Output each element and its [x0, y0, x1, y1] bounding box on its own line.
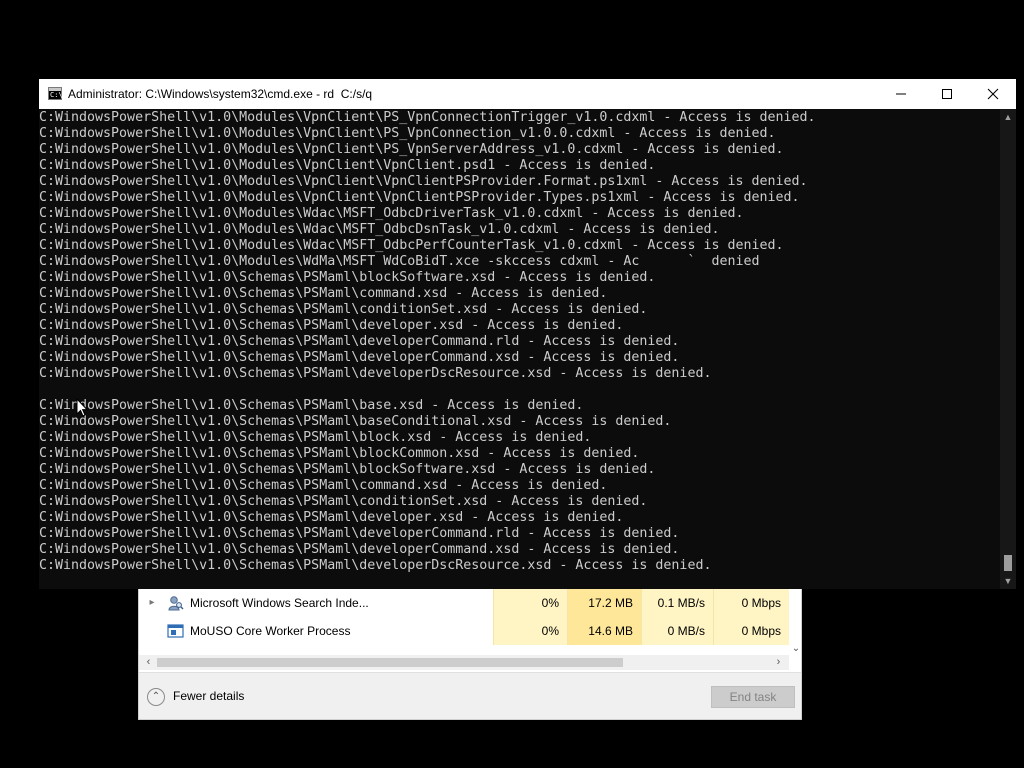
- task-manager-window: ▸ Microsoft Windows Search Inde... 0% 17…: [138, 588, 802, 720]
- console-output: C:WindowsPowerShell\v1.0\Modules\VpnClie…: [39, 110, 816, 574]
- console-line: C:WindowsPowerShell\v1.0\Schemas\PSMaml\…: [39, 366, 712, 381]
- process-name: MoUSO Core Worker Process: [190, 624, 351, 638]
- desktop-screen: ▸ Microsoft Windows Search Inde... 0% 17…: [0, 0, 1024, 768]
- window-title: Administrator: C:\Windows\system32\cmd.e…: [68, 87, 373, 101]
- disk-value: 0.1 MB/s: [641, 589, 713, 617]
- process-row[interactable]: MoUSO Core Worker Process 0% 14.6 MB 0 M…: [139, 617, 789, 645]
- scroll-right-arrow-icon[interactable]: ›: [771, 655, 786, 670]
- cmd-titlebar[interactable]: C:\ Administrator: C:\Windows\system32\c…: [39, 79, 1016, 109]
- console-line: C:WindowsPowerShell\v1.0\Schemas\PSMaml\…: [39, 318, 624, 333]
- console-line: C:WindowsPowerShell\v1.0\Schemas\PSMaml\…: [39, 526, 680, 541]
- console-line: C:WindowsPowerShell\v1.0\Schemas\PSMaml\…: [39, 398, 584, 413]
- console-line: C:WindowsPowerShell\v1.0\Schemas\PSMaml\…: [39, 558, 712, 573]
- console-line: C:WindowsPowerShell\v1.0\Schemas\PSMaml\…: [39, 462, 656, 477]
- console-line: C:WindowsPowerShell\v1.0\Schemas\PSMaml\…: [39, 510, 624, 525]
- cmd-icon[interactable]: C:\: [48, 87, 63, 100]
- console-line: C:WindowsPowerShell\v1.0\Modules\Wdac\MS…: [39, 222, 720, 237]
- console-line: C:WindowsPowerShell\v1.0\Schemas\PSMaml\…: [39, 478, 608, 493]
- console-line: C:WindowsPowerShell\v1.0\Schemas\PSMaml\…: [39, 542, 680, 557]
- process-name: Microsoft Windows Search Inde...: [190, 596, 369, 610]
- cmd-window: C:\ Administrator: C:\Windows\system32\c…: [39, 79, 1016, 589]
- scroll-down-arrow-icon[interactable]: ▼: [1000, 573, 1016, 589]
- memory-value: 17.2 MB: [567, 589, 641, 617]
- console-line: C:WindowsPowerShell\v1.0\Modules\VpnClie…: [39, 158, 656, 173]
- console-line: C:WindowsPowerShell\v1.0\Schemas\PSMaml\…: [39, 334, 680, 349]
- console-line: C:WindowsPowerShell\v1.0\Schemas\PSMaml\…: [39, 302, 648, 317]
- scroll-thumb[interactable]: [1004, 555, 1012, 571]
- console-line: C:WindowsPowerShell\v1.0\Modules\VpnClie…: [39, 126, 776, 141]
- end-task-button[interactable]: End task: [711, 686, 795, 708]
- maximize-button[interactable]: [924, 79, 970, 109]
- minimize-button[interactable]: [878, 79, 924, 109]
- console-line: C:WindowsPowerShell\v1.0\Modules\Wdac\MS…: [39, 238, 784, 253]
- network-value: 0 Mbps: [713, 589, 789, 617]
- close-button[interactable]: [970, 79, 1016, 109]
- console-line: C:WindowsPowerShell\v1.0\Modules\VpnClie…: [39, 190, 800, 205]
- maximize-icon: [942, 89, 952, 99]
- console-line: C:WindowsPowerShell\v1.0\Schemas\PSMaml\…: [39, 494, 648, 509]
- expand-chevron-icon[interactable]: ▸: [147, 596, 157, 610]
- console-line: C:WindowsPowerShell\v1.0\Modules\VpnClie…: [39, 142, 784, 157]
- search-indexer-icon: [167, 595, 184, 611]
- scroll-left-arrow-icon[interactable]: ‹: [141, 655, 156, 670]
- console-line: C:WindowsPowerShell\v1.0\Modules\WdMa\MS…: [39, 254, 760, 269]
- console-line: C:WindowsPowerShell\v1.0\Schemas\PSMaml\…: [39, 446, 640, 461]
- process-list-horizontal-scrollbar[interactable]: ‹ ›: [139, 655, 789, 670]
- console-line: C:WindowsPowerShell\v1.0\Schemas\PSMaml\…: [39, 270, 656, 285]
- console-line: C:WindowsPowerShell\v1.0\Schemas\PSMaml\…: [39, 286, 608, 301]
- task-manager-footer: ⌃ Fewer details End task: [139, 672, 801, 719]
- chevron-up-icon: ⌃: [147, 688, 165, 706]
- console-line: C:WindowsPowerShell\v1.0\Modules\Wdac\MS…: [39, 206, 744, 221]
- minimize-icon: [896, 93, 906, 95]
- console-line: C:WindowsPowerShell\v1.0\Schemas\PSMaml\…: [39, 430, 592, 445]
- console-line: C:WindowsPowerShell\v1.0\Modules\VpnClie…: [39, 110, 816, 125]
- horizontal-scroll-thumb[interactable]: [157, 658, 623, 667]
- scroll-up-arrow-icon[interactable]: ▲: [1000, 109, 1016, 125]
- console-line: C:WindowsPowerShell\v1.0\Modules\VpnClie…: [39, 174, 808, 189]
- memory-value: 14.6 MB: [567, 617, 641, 645]
- network-value: 0 Mbps: [713, 617, 789, 645]
- process-window-icon: [167, 623, 184, 639]
- cpu-value: 0%: [493, 589, 567, 617]
- process-list-vertical-scrollbar[interactable]: ⌄: [789, 589, 801, 657]
- cpu-value: 0%: [493, 617, 567, 645]
- close-icon: [987, 88, 999, 100]
- console-line: C:WindowsPowerShell\v1.0\Schemas\PSMaml\…: [39, 350, 680, 365]
- fewer-details-label: Fewer details: [173, 689, 245, 703]
- scroll-down-arrow-icon[interactable]: ⌄: [789, 643, 801, 655]
- disk-value: 0 MB/s: [641, 617, 713, 645]
- console-output-area[interactable]: C:WindowsPowerShell\v1.0\Modules\VpnClie…: [39, 109, 1000, 589]
- console-scrollbar[interactable]: ▲ ▼: [1000, 109, 1016, 589]
- process-row[interactable]: ▸ Microsoft Windows Search Inde... 0% 17…: [139, 589, 789, 617]
- console-line: C:WindowsPowerShell\v1.0\Schemas\PSMaml\…: [39, 414, 672, 429]
